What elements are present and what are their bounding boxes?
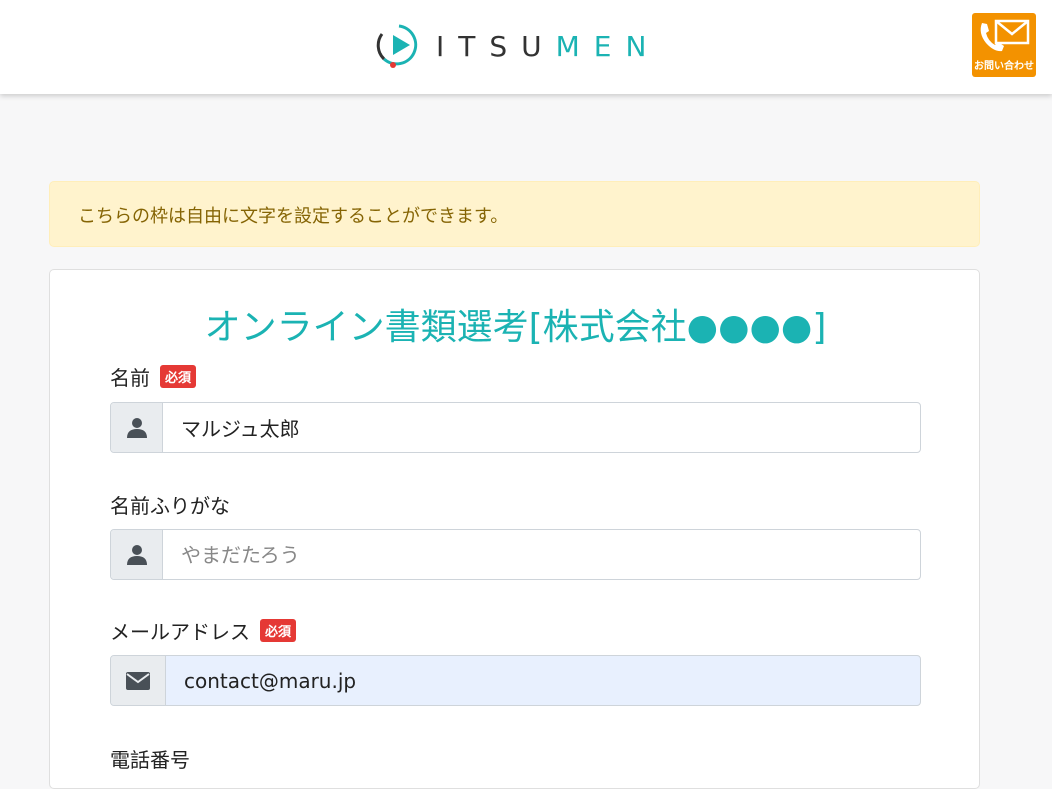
furigana-input[interactable] bbox=[163, 530, 920, 579]
user-icon bbox=[111, 530, 163, 579]
logo-text-part-b: MEN bbox=[555, 29, 661, 63]
alert-text: こちらの枠は自由に文字を設定することができます。 bbox=[78, 206, 509, 227]
email-input[interactable] bbox=[166, 656, 920, 705]
required-badge: 必須 bbox=[260, 619, 297, 642]
logo-wordmark: ITSUMEN bbox=[436, 30, 660, 63]
furigana-label-row: 名前ふりがな bbox=[110, 490, 230, 519]
contact-label: お問い合わせ bbox=[974, 61, 1034, 72]
phone-label: 電話番号 bbox=[110, 748, 190, 772]
furigana-input-group bbox=[110, 529, 921, 580]
email-label: メールアドレス bbox=[110, 620, 250, 644]
logo-text-part-a: ITSU bbox=[436, 29, 556, 63]
name-input-group bbox=[110, 402, 921, 453]
user-icon bbox=[111, 403, 163, 452]
phone-mail-icon bbox=[980, 19, 1030, 52]
required-badge: 必須 bbox=[160, 365, 197, 388]
name-input[interactable] bbox=[163, 403, 920, 452]
email-input-group bbox=[110, 655, 921, 706]
email-label-row: メールアドレス 必須 bbox=[110, 616, 297, 645]
site-logo[interactable]: ITSUMEN bbox=[376, 22, 660, 70]
info-alert: こちらの枠は自由に文字を設定することができます。 bbox=[49, 181, 980, 247]
application-form-card: オンライン書類選考[株式会社●●●●] 名前 必須 名前ふりがな メールアドレス… bbox=[49, 269, 980, 789]
phone-label-row: 電話番号 bbox=[110, 744, 190, 773]
name-label: 名前 bbox=[110, 366, 150, 390]
name-label-row: 名前 必須 bbox=[110, 362, 197, 391]
envelope-icon bbox=[111, 656, 166, 705]
contact-button[interactable]: お問い合わせ bbox=[972, 13, 1036, 77]
furigana-label: 名前ふりがな bbox=[110, 494, 230, 518]
site-header: ITSUMEN お問い合わせ bbox=[0, 0, 1052, 94]
play-logo-icon bbox=[376, 24, 418, 68]
form-title: オンライン書類選考[株式会社●●●●] bbox=[204, 307, 827, 348]
